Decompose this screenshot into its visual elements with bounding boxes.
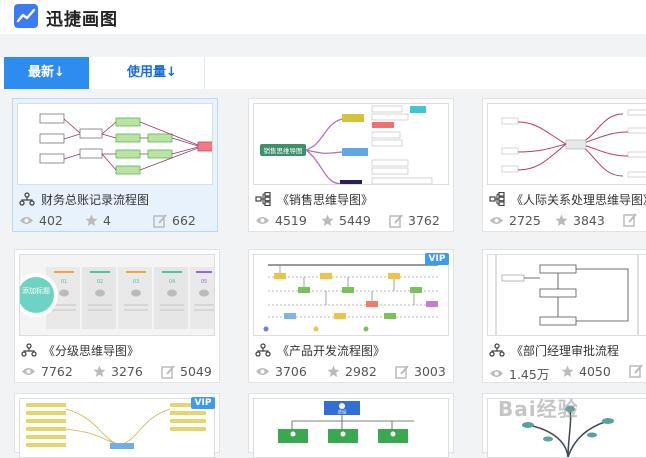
view-count: 4519	[255, 213, 307, 228]
eye-icon	[20, 217, 33, 224]
vip-badge: VIP	[425, 253, 449, 265]
template-card-product-dev[interactable]: VIP 《产品开发流程图》 3706 2982 3003	[248, 249, 454, 383]
template-card-finance[interactable]: 财务总账记录流程图 402 4 662	[12, 98, 218, 232]
tab-newest[interactable]: 最新↓	[4, 57, 89, 89]
template-thumbnail[interactable]	[253, 254, 449, 336]
vip-badge: VIP	[191, 397, 215, 409]
star-icon	[327, 365, 340, 377]
edit-icon	[623, 213, 637, 227]
template-card-sales[interactable]: 销售思维导图 《销售思维导图》 4519 5449 3762	[248, 98, 454, 232]
svg-text:总经: 总经	[338, 409, 347, 416]
edit-icon	[395, 364, 409, 379]
star-icon	[555, 214, 568, 226]
edit-count: 3003	[395, 364, 446, 379]
template-title-row: 《部门经理审批流程	[489, 342, 619, 358]
svg-text:添加标题: 添加标题	[22, 286, 50, 295]
edit-count	[623, 213, 642, 227]
template-card-tiered[interactable]: 01 02 03 04 05 添加标题 《分级思维导图》 7762 3276 5…	[14, 249, 220, 383]
flowchart-icon	[489, 343, 505, 357]
view-count: 2725	[489, 213, 541, 228]
app-name[interactable]: 迅捷画图	[46, 5, 118, 30]
edit-icon	[389, 213, 403, 228]
template-thumbnail[interactable]: 总经	[253, 398, 449, 458]
tab-divider	[204, 57, 205, 89]
mindmap-icon	[255, 192, 271, 206]
template-thumbnail[interactable]: 01 02 03 04 05 添加标题	[19, 254, 215, 336]
template-thumbnail[interactable]	[487, 254, 646, 336]
template-card-approval[interactable]: 《部门经理审批流程 1.45万 4050	[482, 249, 646, 383]
star-icon	[93, 365, 106, 377]
like-count: 5449	[321, 213, 371, 228]
eye-icon	[22, 368, 35, 375]
tab-usage[interactable]: 使用量↓	[92, 57, 212, 89]
like-count: 4	[85, 213, 111, 228]
app-logo-icon[interactable]	[14, 4, 38, 28]
like-count: 3276	[93, 364, 143, 379]
svg-text:01: 01	[61, 279, 67, 285]
template-title[interactable]: 财务总账记录流程图	[41, 191, 149, 208]
flowchart-icon	[21, 343, 37, 357]
like-count: 2982	[327, 364, 377, 379]
edit-count	[629, 364, 646, 378]
eye-icon	[256, 217, 269, 224]
star-icon	[561, 365, 574, 377]
template-card-relations[interactable]: 《人际关系处理思维导图》 2725 3843	[482, 98, 646, 232]
like-count: 3843	[555, 213, 605, 228]
view-count: 402	[19, 213, 63, 228]
template-title-row: 《产品开发流程图》	[255, 342, 385, 358]
eye-icon	[490, 217, 503, 224]
edit-count: 5049	[161, 364, 212, 379]
svg-text:05: 05	[201, 279, 207, 285]
eye-icon	[490, 370, 503, 377]
view-count: 1.45万	[489, 364, 549, 383]
template-title-row: 《分级思维导图》	[21, 342, 139, 358]
eye-icon	[256, 368, 269, 375]
like-count: 4050	[561, 364, 611, 379]
edit-count: 662	[153, 213, 196, 228]
edit-icon	[153, 213, 167, 228]
template-card-bottom-2[interactable]: 总经	[248, 393, 454, 458]
svg-text:02: 02	[97, 279, 103, 285]
star-icon	[85, 214, 98, 226]
template-title[interactable]: 《产品开发流程图》	[277, 342, 385, 359]
template-title[interactable]: 《人际关系处理思维导图》	[511, 191, 646, 208]
edit-icon	[629, 364, 643, 378]
edit-icon	[161, 364, 175, 379]
template-title[interactable]: 《部门经理审批流程	[511, 342, 619, 359]
template-card-bottom-1[interactable]: VIP	[14, 393, 220, 458]
sort-tabbar: 最新↓ 使用量↓	[0, 57, 646, 89]
svg-text:03: 03	[133, 279, 139, 285]
view-count: 3706	[255, 364, 307, 379]
view-count: 7762	[21, 364, 73, 379]
flowchart-icon	[255, 343, 271, 357]
star-icon	[321, 214, 334, 226]
template-title[interactable]: 《分级思维导图》	[43, 342, 139, 359]
top-header: 迅捷画图	[0, 0, 646, 34]
template-title-row: 《销售思维导图》	[255, 191, 373, 207]
template-thumbnail[interactable]	[19, 398, 215, 458]
flowchart-icon	[19, 192, 35, 206]
template-thumbnail[interactable]	[17, 103, 213, 185]
svg-text:销售思维导图: 销售思维导图	[264, 146, 303, 155]
mindmap-icon	[489, 192, 505, 206]
watermark: Bai经验	[498, 397, 579, 421]
template-title[interactable]: 《销售思维导图》	[277, 191, 373, 208]
edit-count: 3762	[389, 213, 440, 228]
template-thumbnail[interactable]	[487, 103, 646, 185]
template-thumbnail[interactable]: 销售思维导图	[253, 103, 449, 185]
template-title-row: 《人际关系处理思维导图》	[489, 191, 646, 207]
template-title-row: 财务总账记录流程图	[19, 191, 149, 207]
svg-text:04: 04	[169, 279, 175, 285]
